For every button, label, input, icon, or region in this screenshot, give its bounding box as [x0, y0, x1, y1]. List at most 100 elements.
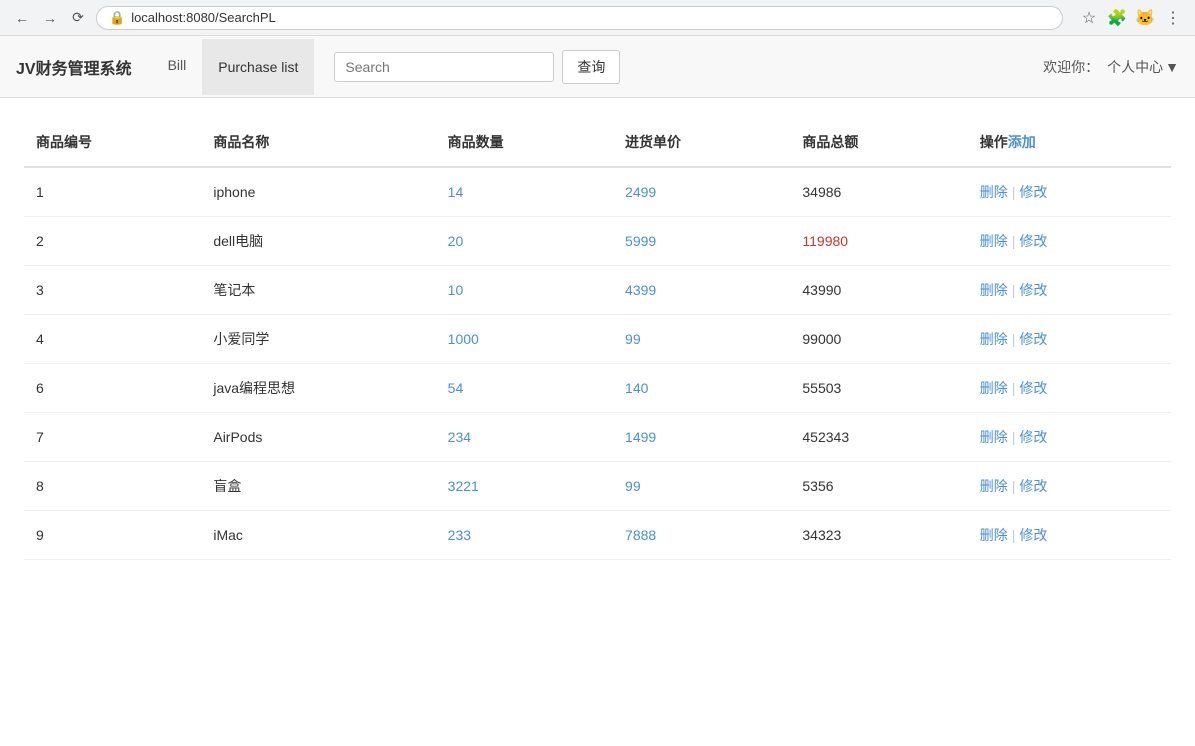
purchase-table: 商品编号 商品名称 商品数量 进货单价 商品总额 操作添加 1 iphone 1…	[24, 118, 1171, 560]
cell-ops: 删除|修改	[968, 511, 1171, 560]
edit-link-7[interactable]: 修改	[1019, 429, 1047, 445]
cell-total: 55503	[790, 364, 967, 413]
col-total: 商品总额	[790, 118, 967, 167]
cell-qty: 1000	[436, 315, 613, 364]
search-input[interactable]	[334, 52, 554, 82]
cell-id: 6	[24, 364, 201, 413]
main-content: 商品编号 商品名称 商品数量 进货单价 商品总额 操作添加 1 iphone 1…	[0, 98, 1195, 580]
col-name: 商品名称	[201, 118, 435, 167]
op-separator: |	[1012, 527, 1016, 543]
cell-unit-price: 4399	[613, 266, 790, 315]
add-link[interactable]: 添加	[1008, 134, 1036, 150]
col-ops: 操作添加	[968, 118, 1171, 167]
cell-qty: 233	[436, 511, 613, 560]
cell-name: 盲盒	[201, 462, 435, 511]
cell-ops: 删除|修改	[968, 364, 1171, 413]
cell-name: AirPods	[201, 413, 435, 462]
star-icon[interactable]: ☆	[1079, 8, 1099, 28]
browser-bar: ← → ⟳ 🔒 localhost:8080/SearchPL ☆ 🧩 🐱 ⋮	[0, 0, 1195, 36]
puzzle-icon[interactable]: 🧩	[1107, 8, 1127, 28]
back-button[interactable]: ←	[12, 8, 32, 28]
navbar-right: 欢迎你： 个人中心 ▼	[1043, 57, 1179, 77]
search-area: 查询	[334, 50, 620, 84]
cell-name: 小爱同学	[201, 315, 435, 364]
cell-unit-price: 7888	[613, 511, 790, 560]
forward-button[interactable]: →	[40, 8, 60, 28]
navbar: JV财务管理系统 Bill Purchase list 查询 欢迎你： 个人中心…	[0, 36, 1195, 98]
delete-link-7[interactable]: 删除	[980, 429, 1008, 445]
table-row: 7 AirPods 234 1499 452343 删除|修改	[24, 413, 1171, 462]
edit-link-6[interactable]: 修改	[1019, 380, 1047, 396]
table-row: 4 小爱同学 1000 99 99000 删除|修改	[24, 315, 1171, 364]
delete-link-9[interactable]: 删除	[980, 527, 1008, 543]
col-unit-price: 进货单价	[613, 118, 790, 167]
cell-id: 3	[24, 266, 201, 315]
col-qty: 商品数量	[436, 118, 613, 167]
tab-bill[interactable]: Bill	[152, 37, 203, 96]
cell-id: 4	[24, 315, 201, 364]
table-row: 6 java编程思想 54 140 55503 删除|修改	[24, 364, 1171, 413]
cell-unit-price: 99	[613, 462, 790, 511]
table-row: 3 笔记本 10 4399 43990 删除|修改	[24, 266, 1171, 315]
cell-qty: 54	[436, 364, 613, 413]
edit-link-3[interactable]: 修改	[1019, 282, 1047, 298]
cell-qty: 20	[436, 217, 613, 266]
cell-ops: 删除|修改	[968, 462, 1171, 511]
op-separator: |	[1012, 282, 1016, 298]
delete-link-1[interactable]: 删除	[980, 184, 1008, 200]
edit-link-9[interactable]: 修改	[1019, 527, 1047, 543]
cell-total: 5356	[790, 462, 967, 511]
cell-total: 34323	[790, 511, 967, 560]
table-row: 8 盲盒 3221 99 5356 删除|修改	[24, 462, 1171, 511]
edit-link-1[interactable]: 修改	[1019, 184, 1047, 200]
op-separator: |	[1012, 380, 1016, 396]
cell-ops: 删除|修改	[968, 266, 1171, 315]
table-header-row: 商品编号 商品名称 商品数量 进货单价 商品总额 操作添加	[24, 118, 1171, 167]
cell-total: 119980	[790, 217, 967, 266]
welcome-label: 欢迎你：	[1043, 57, 1099, 77]
url-text: localhost:8080/SearchPL	[131, 10, 276, 25]
cell-name: iphone	[201, 167, 435, 217]
cell-qty: 14	[436, 167, 613, 217]
account-icon[interactable]: 🐱	[1135, 8, 1155, 28]
search-button[interactable]: 查询	[562, 50, 620, 84]
cell-id: 8	[24, 462, 201, 511]
tab-purchase-list[interactable]: Purchase list	[202, 39, 314, 95]
op-separator: |	[1012, 478, 1016, 494]
cell-id: 2	[24, 217, 201, 266]
brand-label: JV财务管理系统	[16, 55, 132, 79]
edit-link-2[interactable]: 修改	[1019, 233, 1047, 249]
cell-qty: 3221	[436, 462, 613, 511]
cell-unit-price: 2499	[613, 167, 790, 217]
reload-button[interactable]: ⟳	[68, 8, 88, 28]
cell-name: dell电脑	[201, 217, 435, 266]
cell-name: java编程思想	[201, 364, 435, 413]
cell-id: 9	[24, 511, 201, 560]
cell-unit-price: 5999	[613, 217, 790, 266]
cell-total: 43990	[790, 266, 967, 315]
delete-link-6[interactable]: 删除	[980, 380, 1008, 396]
url-bar[interactable]: 🔒 localhost:8080/SearchPL	[96, 6, 1063, 30]
op-separator: |	[1012, 233, 1016, 249]
delete-link-4[interactable]: 删除	[980, 331, 1008, 347]
user-menu-label: 个人中心	[1107, 57, 1163, 77]
delete-link-3[interactable]: 删除	[980, 282, 1008, 298]
cell-unit-price: 140	[613, 364, 790, 413]
cell-ops: 删除|修改	[968, 315, 1171, 364]
col-id: 商品编号	[24, 118, 201, 167]
cell-total: 34986	[790, 167, 967, 217]
op-separator: |	[1012, 331, 1016, 347]
ops-label: 操作	[980, 134, 1008, 150]
table-row: 1 iphone 14 2499 34986 删除|修改	[24, 167, 1171, 217]
cell-ops: 删除|修改	[968, 167, 1171, 217]
op-separator: |	[1012, 429, 1016, 445]
edit-link-4[interactable]: 修改	[1019, 331, 1047, 347]
table-row: 9 iMac 233 7888 34323 删除|修改	[24, 511, 1171, 560]
menu-icon[interactable]: ⋮	[1163, 8, 1183, 28]
edit-link-8[interactable]: 修改	[1019, 478, 1047, 494]
cell-name: 笔记本	[201, 266, 435, 315]
delete-link-8[interactable]: 删除	[980, 478, 1008, 494]
user-menu[interactable]: 个人中心 ▼	[1107, 57, 1179, 77]
delete-link-2[interactable]: 删除	[980, 233, 1008, 249]
browser-icons: ☆ 🧩 🐱 ⋮	[1079, 8, 1183, 28]
